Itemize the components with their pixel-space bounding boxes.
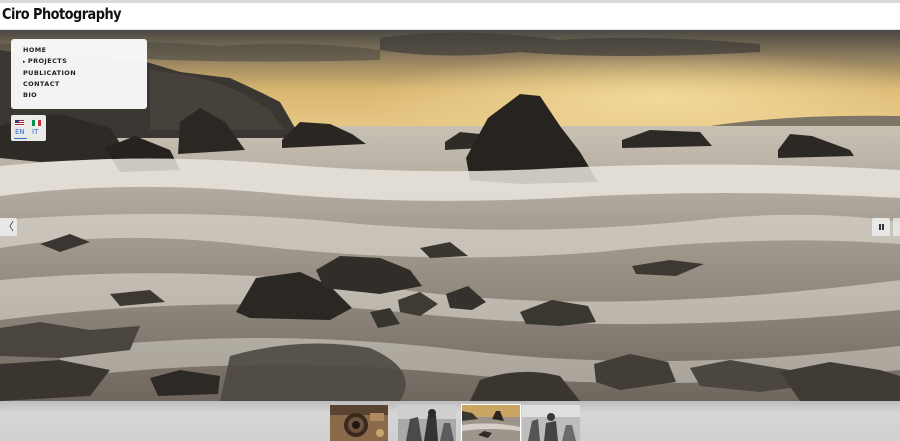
nav-item-bio[interactable]: BIO	[23, 90, 147, 101]
thumbnail-bw-scene[interactable]	[522, 405, 580, 441]
nav-item-home[interactable]: HOME	[23, 45, 147, 56]
language-it-link[interactable]: IT	[32, 128, 38, 136]
us-flag-icon[interactable]	[15, 120, 24, 126]
previous-slide-button[interactable]: 〈	[0, 218, 17, 236]
main-nav-panel: HOME ▸ PROJECTS PUBLICATION CONTACT BIO	[11, 39, 147, 109]
thumbnail-camera[interactable]	[330, 405, 388, 441]
pause-icon	[879, 224, 881, 230]
nav-item-projects[interactable]: ▸ PROJECTS	[23, 56, 147, 68]
italy-flag-icon[interactable]	[32, 120, 41, 126]
slideshow: HOME ▸ PROJECTS PUBLICATION CONTACT BIO E…	[0, 30, 900, 401]
language-en-link[interactable]: EN	[15, 128, 25, 136]
nav-item-contact[interactable]: CONTACT	[23, 79, 147, 90]
slideshow-edge-control	[893, 218, 900, 236]
thumbnail-bw-figures[interactable]	[398, 405, 456, 441]
language-switcher: EN IT	[11, 115, 46, 141]
site-header: Ciro Photography	[0, 3, 900, 30]
nav-item-publication[interactable]: PUBLICATION	[23, 68, 147, 79]
site-title[interactable]: Ciro Photography	[2, 5, 122, 23]
selected-language-indicator	[14, 138, 27, 139]
caret-right-icon: ▸	[23, 59, 26, 65]
thumbnail-seascape[interactable]	[461, 404, 521, 441]
chevron-left-icon: 〈	[3, 220, 14, 233]
thumbnail-strip	[0, 401, 900, 441]
pause-slideshow-button[interactable]	[872, 218, 890, 236]
